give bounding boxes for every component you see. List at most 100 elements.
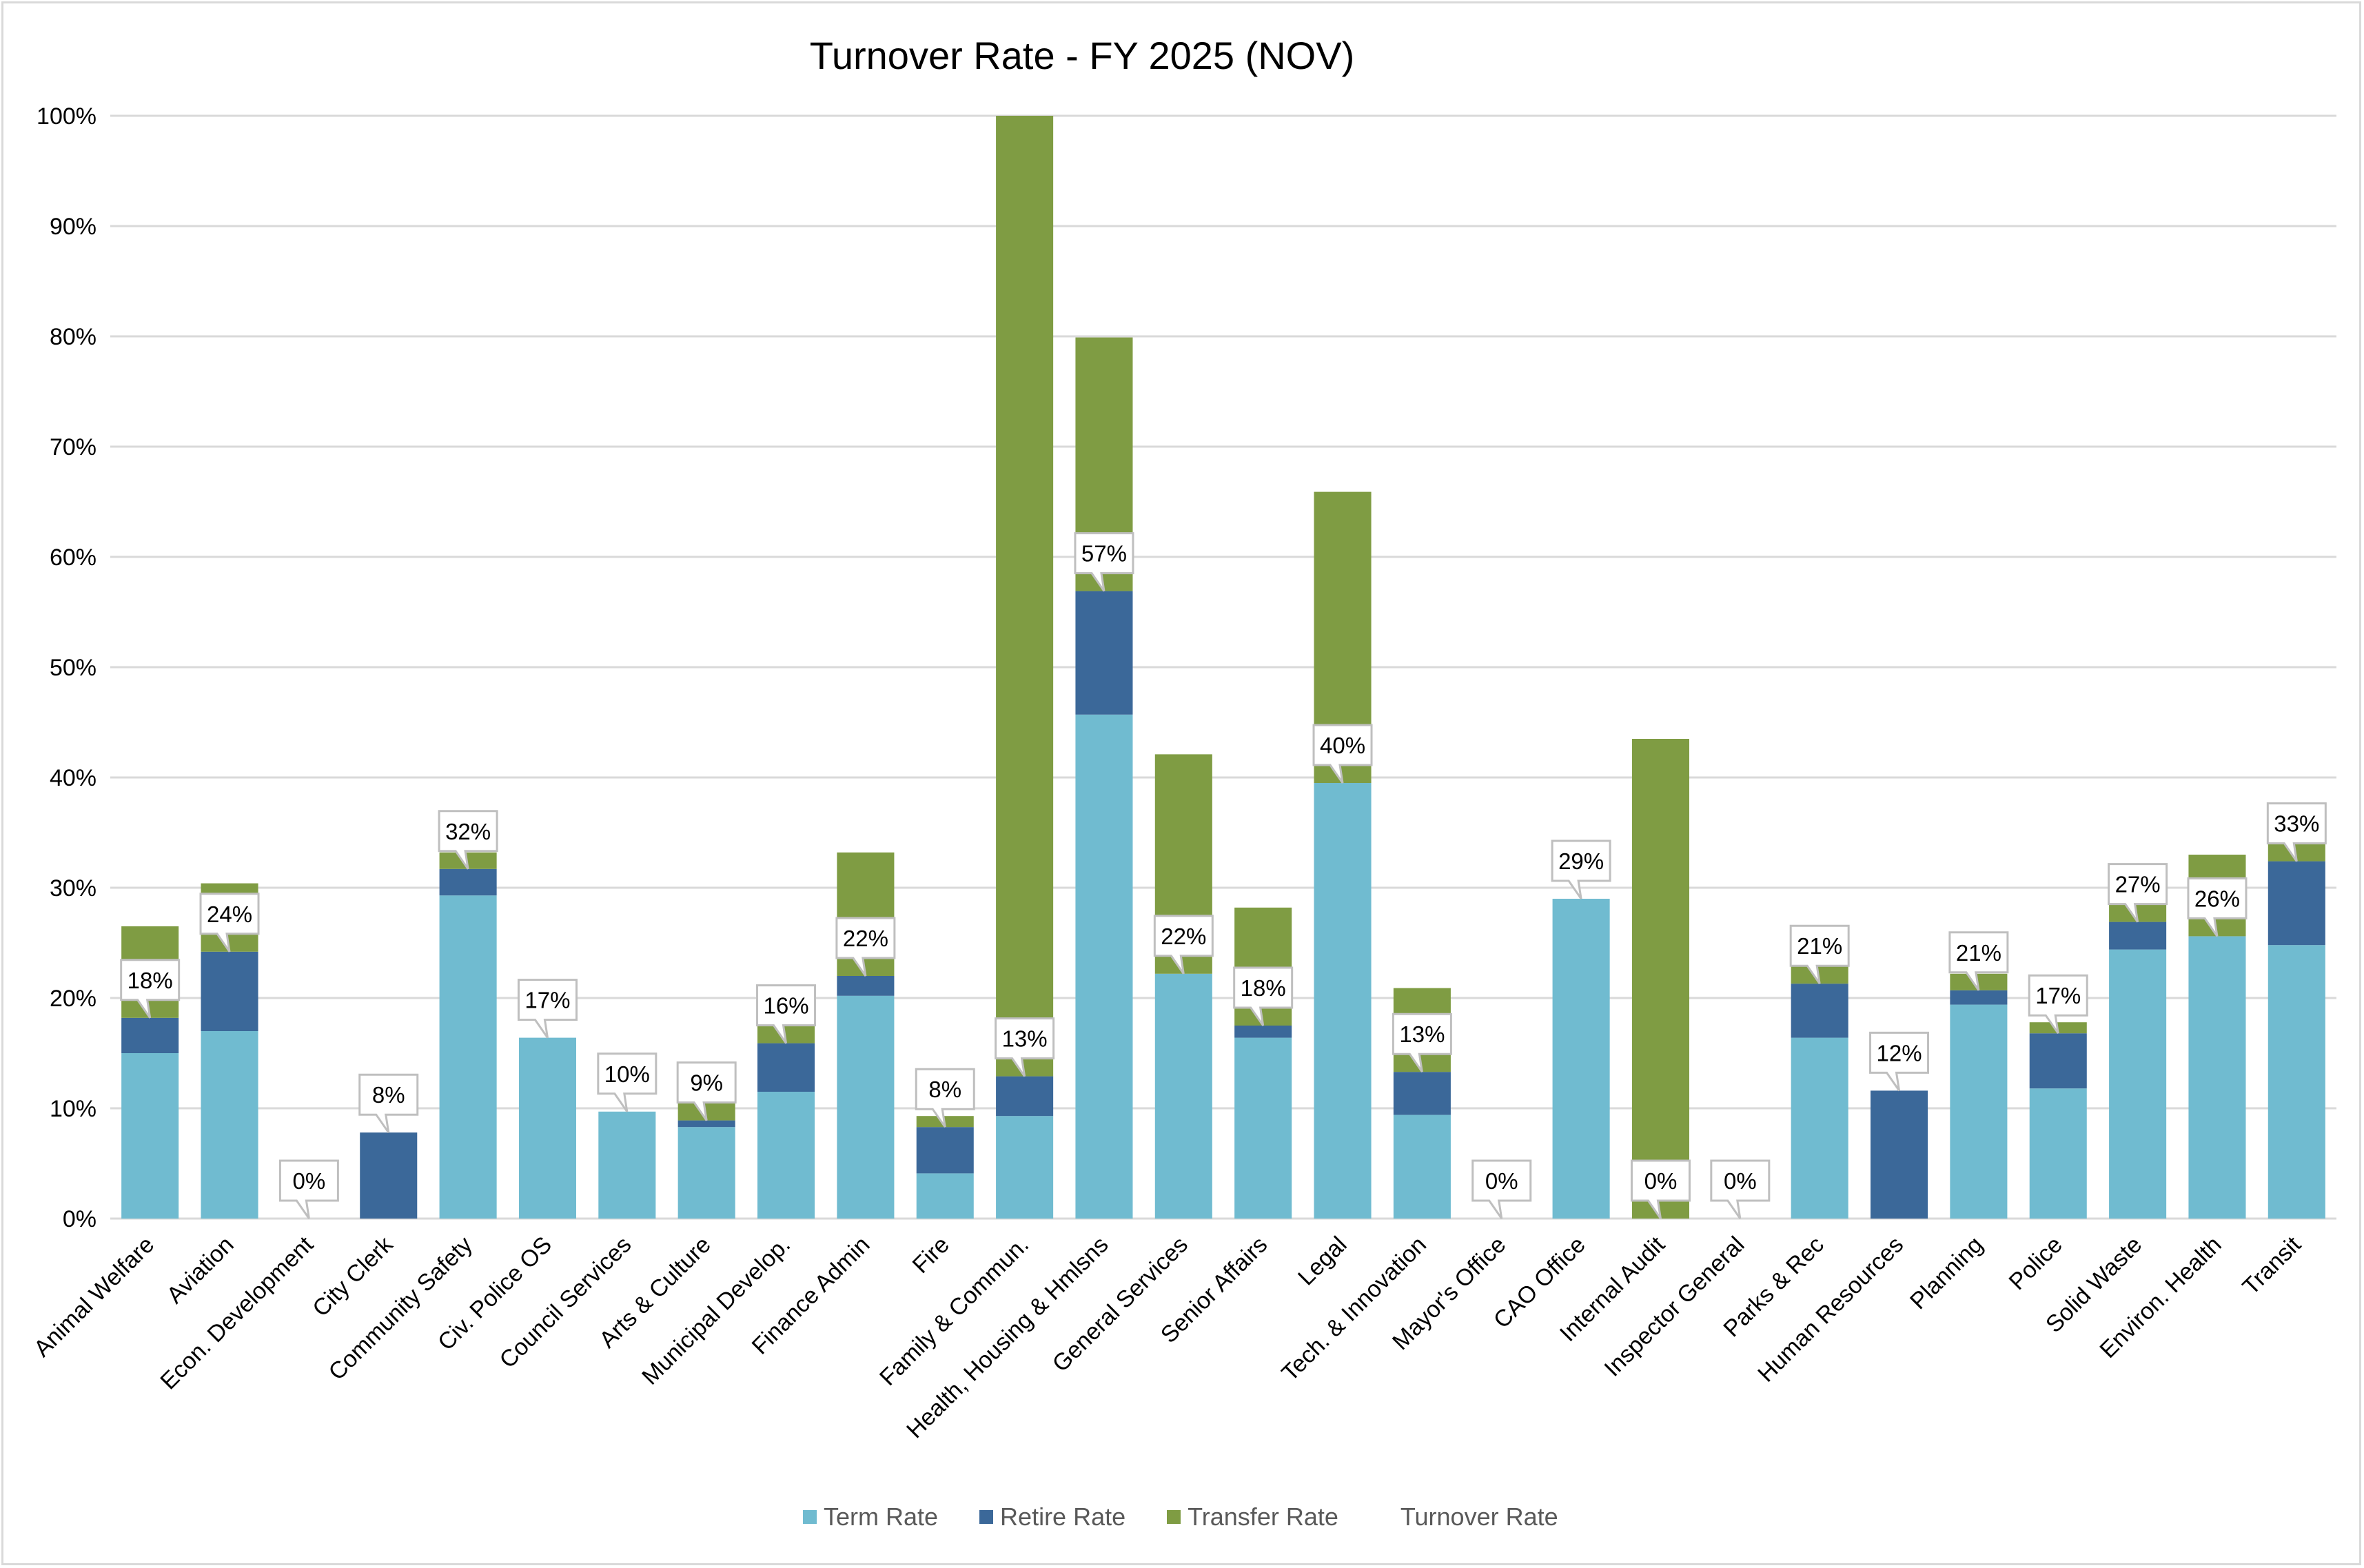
bar-segment-retire-rate [757, 1043, 815, 1092]
x-tick-label: Animal Welfare [29, 1232, 159, 1362]
x-tick-label: Econ. Development [155, 1231, 318, 1394]
bar-segment-retire-rate [121, 1017, 179, 1053]
turnover-label: 18% [128, 968, 173, 993]
bar-segment-term-rate [996, 1116, 1054, 1219]
y-tick-label: 30% [50, 875, 96, 902]
turnover-label: 33% [2274, 811, 2319, 837]
x-tick-label: Family & Commun. [875, 1232, 1034, 1391]
x-tick-label: Municipal Develop. [637, 1232, 795, 1390]
turnover-label: 13% [1002, 1026, 1048, 1052]
bar-segment-term-rate [1791, 1037, 1848, 1219]
legend-item-term[interactable]: Term Rate [803, 1503, 938, 1531]
turnover-callout: 0% [1710, 1159, 1771, 1219]
legend-swatch-transfer [1167, 1510, 1181, 1524]
turnover-label: 8% [372, 1082, 405, 1108]
y-tick-label: 10% [50, 1096, 96, 1122]
legend: Term Rate Retire Rate Transfer Rate Turn… [803, 1503, 1600, 1531]
x-axis-ticks: Animal Welfare AviationEcon. DevelopmentC… [29, 1231, 2306, 1443]
bar-segment-term-rate [1154, 973, 1212, 1219]
y-tick-label: 40% [50, 765, 96, 791]
bar-segment-term-rate [1393, 1114, 1451, 1219]
bar-segment-retire-rate [1393, 1072, 1451, 1115]
x-tick-label: Aviation [162, 1232, 239, 1309]
turnover-label: 0% [293, 1168, 326, 1194]
turnover-label: 10% [604, 1061, 650, 1087]
turnover-label: 17% [524, 988, 570, 1013]
turnover-label: 0% [1485, 1168, 1518, 1194]
bar-segment-retire-rate [2109, 922, 2167, 950]
legend-item-turnover[interactable]: Turnover Rate [1400, 1503, 1558, 1531]
y-tick-label: 20% [50, 986, 96, 1012]
bar-segment-term-rate [121, 1053, 179, 1219]
bar-segment-retire-rate [996, 1076, 1054, 1117]
y-tick-label: 0% [63, 1206, 96, 1232]
bar-segment-term-rate [1075, 714, 1133, 1219]
x-tick-label: Planning [1905, 1232, 1988, 1314]
bar-segment-term-rate [1314, 783, 1372, 1219]
x-tick-label: Police [2004, 1232, 2068, 1295]
bar-segment-term-rate [439, 895, 497, 1219]
y-tick-label: 100% [37, 103, 96, 130]
turnover-label: 57% [1081, 541, 1127, 567]
legend-label-term: Term Rate [824, 1503, 939, 1531]
turnover-label: 18% [1241, 975, 1286, 1001]
bar-segment-term-rate [598, 1111, 656, 1219]
x-tick-label: Human Resources [1753, 1232, 1908, 1387]
bar-segment-term-rate [2188, 936, 2246, 1219]
turnover-callout: 29% [1551, 839, 1611, 899]
y-tick-label: 60% [50, 544, 96, 571]
bar-segment-term-rate [518, 1037, 576, 1219]
turnover-label: 8% [928, 1077, 961, 1102]
bar-segment-retire-rate [1234, 1026, 1292, 1038]
turnover-label: 29% [1558, 848, 1604, 874]
legend-swatch-term [803, 1510, 817, 1524]
bar-segment-retire-rate [677, 1120, 735, 1128]
bar-segment-term-rate [1552, 899, 1610, 1219]
turnover-label: 27% [2115, 872, 2161, 897]
bar-segment-retire-rate [439, 868, 497, 896]
bar-segment-term-rate [1950, 1004, 2008, 1219]
x-tick-label: Legal [1293, 1232, 1352, 1291]
turnover-label: 21% [1956, 940, 2001, 966]
y-tick-label: 50% [50, 655, 96, 681]
turnover-label: 26% [2194, 886, 2240, 911]
legend-label-turnover: Turnover Rate [1400, 1503, 1558, 1531]
turnover-callout: 0% [1471, 1159, 1532, 1219]
bar-segment-retire-rate [837, 976, 895, 996]
bar-segment-retire-rate [2268, 861, 2325, 946]
legend-item-transfer[interactable]: Transfer Rate [1167, 1503, 1338, 1531]
bar-segment-retire-rate [1950, 990, 2008, 1005]
legend-label-retire: Retire Rate [1000, 1503, 1126, 1531]
bar-segment-term-rate [1234, 1037, 1292, 1219]
turnover-label: 0% [1724, 1168, 1757, 1194]
y-tick-label: 70% [50, 434, 96, 460]
turnover-label: 17% [2035, 983, 2081, 1008]
x-tick-label: Inspector General [1600, 1232, 1750, 1382]
turnover-label: 12% [1877, 1040, 1922, 1066]
turnover-callout: 0% [278, 1159, 339, 1219]
turnover-label: 22% [1161, 924, 1206, 949]
bar-segment-term-rate [2029, 1088, 2087, 1219]
turnover-callout: 10% [597, 1052, 658, 1112]
chart-plot: 0% 10% 20% 30% 40% 50% 60% 70% 80% 90% 100% 18% 24%… [29, 103, 2336, 1443]
bar-segment-retire-rate [360, 1132, 418, 1219]
x-tick-label: Community Safety [323, 1232, 477, 1385]
bar-segment-term-rate [2268, 945, 2325, 1219]
bar-segment-retire-rate [1075, 591, 1133, 715]
y-tick-label: 90% [50, 214, 96, 240]
legend-label-transfer: Transfer Rate [1188, 1503, 1338, 1531]
turnover-callout: 17% [517, 979, 578, 1039]
y-tick-label: 80% [50, 324, 96, 350]
turnover-callout: 12% [1869, 1031, 1930, 1092]
turnover-label: 22% [843, 926, 888, 951]
x-tick-label: General Services [1048, 1232, 1193, 1377]
y-axis-ticks: 0% 10% 20% 30% 40% 50% 60% 70% 80% 90% 100% [37, 103, 96, 1232]
turnover-label: 21% [1797, 933, 1842, 959]
legend-item-retire[interactable]: Retire Rate [979, 1503, 1125, 1531]
bar-segment-term-rate [757, 1092, 815, 1219]
turnover-callout: 8% [358, 1073, 419, 1134]
turnover-label: 13% [1399, 1021, 1445, 1047]
legend-swatch-retire [979, 1510, 994, 1524]
turnover-label: 24% [207, 902, 252, 927]
bar-segment-retire-rate [201, 951, 258, 1031]
